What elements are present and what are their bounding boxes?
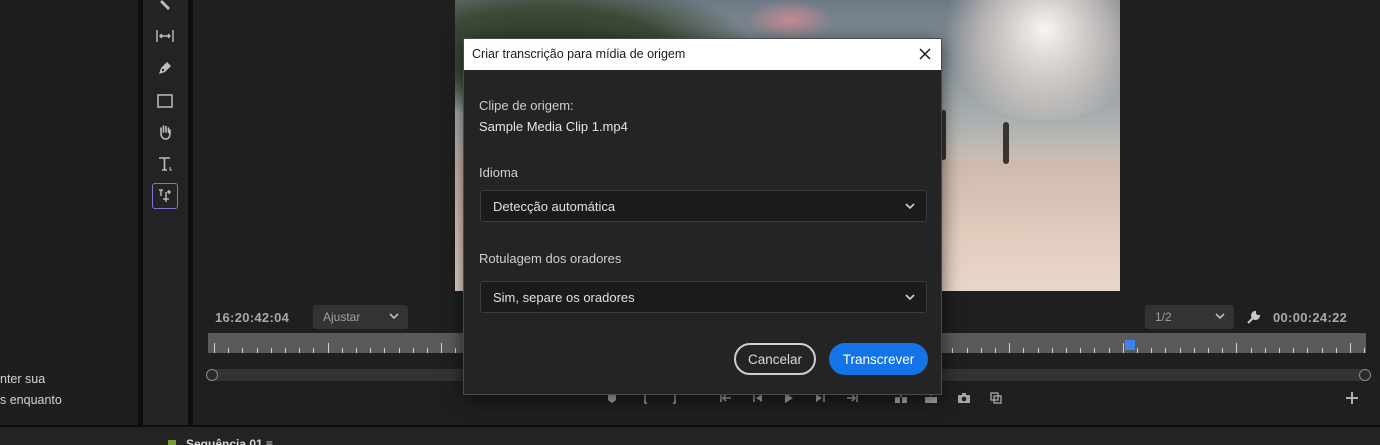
source-clip-label: Clipe de origem: bbox=[479, 98, 574, 113]
ruler-tick bbox=[299, 348, 301, 353]
ruler-tick bbox=[341, 348, 343, 353]
ruler-tick bbox=[1080, 348, 1082, 353]
camera-icon[interactable] bbox=[956, 390, 972, 406]
ruler-tick bbox=[1051, 348, 1053, 353]
ruler-tick bbox=[966, 348, 968, 353]
tools-panel bbox=[143, 0, 188, 425]
ruler-tick bbox=[1307, 348, 1309, 353]
ruler-tick bbox=[313, 348, 315, 353]
resolution-select[interactable]: 1/2 bbox=[1145, 305, 1234, 329]
transcribe-button[interactable]: Transcrever bbox=[829, 343, 928, 375]
source-clip-value: Sample Media Clip 1.mp4 bbox=[479, 119, 628, 134]
ruler-tick bbox=[1066, 348, 1067, 353]
sequence-color-label bbox=[168, 440, 176, 445]
left-panel-text-line-2: s enquanto bbox=[0, 393, 62, 407]
ripple-edit-icon[interactable] bbox=[152, 0, 178, 18]
ruler-tick bbox=[370, 348, 372, 353]
hand-icon[interactable] bbox=[152, 119, 178, 145]
ruler-tick bbox=[270, 348, 272, 353]
duration-timecode: 00:00:24:22 bbox=[1273, 310, 1348, 325]
ruler-tick bbox=[1279, 348, 1280, 353]
dialog-title: Criar transcrição para mídia de origem bbox=[472, 47, 686, 61]
ruler-tick bbox=[995, 348, 996, 353]
create-transcript-dialog: Criar transcrição para mídia de origem C… bbox=[463, 38, 942, 395]
ruler-tick bbox=[952, 348, 954, 353]
ruler-tick bbox=[1108, 348, 1110, 353]
ruler-tick bbox=[228, 348, 230, 353]
language-label: Idioma bbox=[479, 165, 519, 180]
ruler-tick bbox=[1264, 348, 1266, 353]
ruler-tick bbox=[1165, 348, 1167, 353]
comparison-view-icon[interactable] bbox=[988, 390, 1004, 406]
chevron-down-icon bbox=[905, 294, 915, 301]
cancel-button[interactable]: Cancelar bbox=[734, 343, 816, 375]
sequence-tab-title[interactable]: Sequência 01 ≡ bbox=[186, 437, 273, 445]
ruler-tick bbox=[1137, 348, 1138, 353]
ruler-tick bbox=[1094, 348, 1096, 353]
playhead-timecode[interactable]: 16:20:42:04 bbox=[215, 310, 289, 325]
ruler-tick bbox=[1179, 348, 1181, 353]
zoom-scrollbar-end-handle[interactable] bbox=[1359, 369, 1371, 381]
ruler-tick bbox=[285, 348, 286, 353]
ruler-tick bbox=[980, 348, 982, 353]
zoom-scrollbar-start-handle[interactable] bbox=[206, 369, 218, 381]
video-blossom bbox=[745, 0, 835, 40]
ruler-tick bbox=[214, 343, 215, 353]
ruler-tick bbox=[1293, 348, 1295, 353]
chevron-down-icon bbox=[1215, 313, 1225, 320]
ruler-tick bbox=[441, 343, 443, 353]
left-panel: nter sua s enquanto bbox=[0, 0, 138, 425]
slip-icon[interactable] bbox=[152, 23, 178, 49]
ruler-tick bbox=[356, 348, 357, 353]
ruler-tick bbox=[1037, 348, 1039, 353]
speaker-labeling-label: Rotulagem dos oradores bbox=[479, 251, 622, 266]
type-icon[interactable] bbox=[152, 151, 178, 177]
speaker-labeling-dropdown-value: Sim, separe os oradores bbox=[493, 289, 635, 305]
speaker-labeling-dropdown[interactable]: Sim, separe os oradores bbox=[480, 281, 927, 313]
ruler-tick bbox=[1009, 343, 1011, 353]
fit-select-value: Ajustar bbox=[323, 310, 361, 324]
ruler-tick bbox=[398, 348, 400, 353]
video-sun-glare bbox=[935, 0, 1120, 120]
premiere-workspace: nter sua s enquanto 16:20:42:04 Ajustar … bbox=[0, 0, 1380, 445]
left-panel-text-line-1: nter sua bbox=[0, 372, 46, 386]
ruler-tick bbox=[1236, 343, 1238, 353]
ruler-tick bbox=[1335, 348, 1337, 353]
ruler-tick bbox=[1193, 348, 1195, 353]
ruler-tick bbox=[242, 348, 244, 353]
wrench-icon[interactable] bbox=[1246, 309, 1262, 325]
ruler-tick bbox=[384, 348, 386, 353]
fit-select[interactable]: Ajustar bbox=[313, 305, 408, 329]
language-dropdown-value: Detecção automática bbox=[493, 198, 616, 214]
ruler-tick bbox=[1321, 348, 1323, 353]
ruler-tick bbox=[1350, 343, 1351, 353]
ruler-tick bbox=[1222, 348, 1224, 353]
ruler-tick bbox=[1364, 348, 1366, 353]
ruler-tick bbox=[327, 343, 329, 353]
ruler-tick bbox=[1151, 348, 1153, 353]
ruler-tick bbox=[412, 348, 414, 353]
pen-icon[interactable] bbox=[152, 55, 178, 81]
ruler-tick bbox=[256, 348, 258, 353]
video-figure bbox=[1003, 122, 1009, 164]
ruler-tick bbox=[1023, 348, 1025, 353]
chevron-down-icon bbox=[905, 203, 915, 210]
ruler-tick bbox=[427, 348, 428, 353]
ruler-tick bbox=[1250, 348, 1252, 353]
close-icon[interactable] bbox=[915, 44, 935, 64]
rectangle-icon[interactable] bbox=[152, 88, 178, 114]
ruler-tick bbox=[1122, 343, 1124, 353]
transcript-caption-icon[interactable] bbox=[152, 183, 178, 209]
dialog-header: Criar transcrição para mídia de origem bbox=[464, 39, 941, 70]
chevron-down-icon bbox=[389, 313, 399, 320]
plus-icon[interactable] bbox=[1344, 390, 1360, 406]
language-dropdown[interactable]: Detecção automática bbox=[480, 190, 927, 222]
ruler-tick bbox=[1208, 348, 1209, 353]
resolution-select-value: 1/2 bbox=[1155, 310, 1172, 324]
ruler-tick bbox=[455, 348, 457, 353]
playhead-marker[interactable] bbox=[1125, 340, 1135, 350]
